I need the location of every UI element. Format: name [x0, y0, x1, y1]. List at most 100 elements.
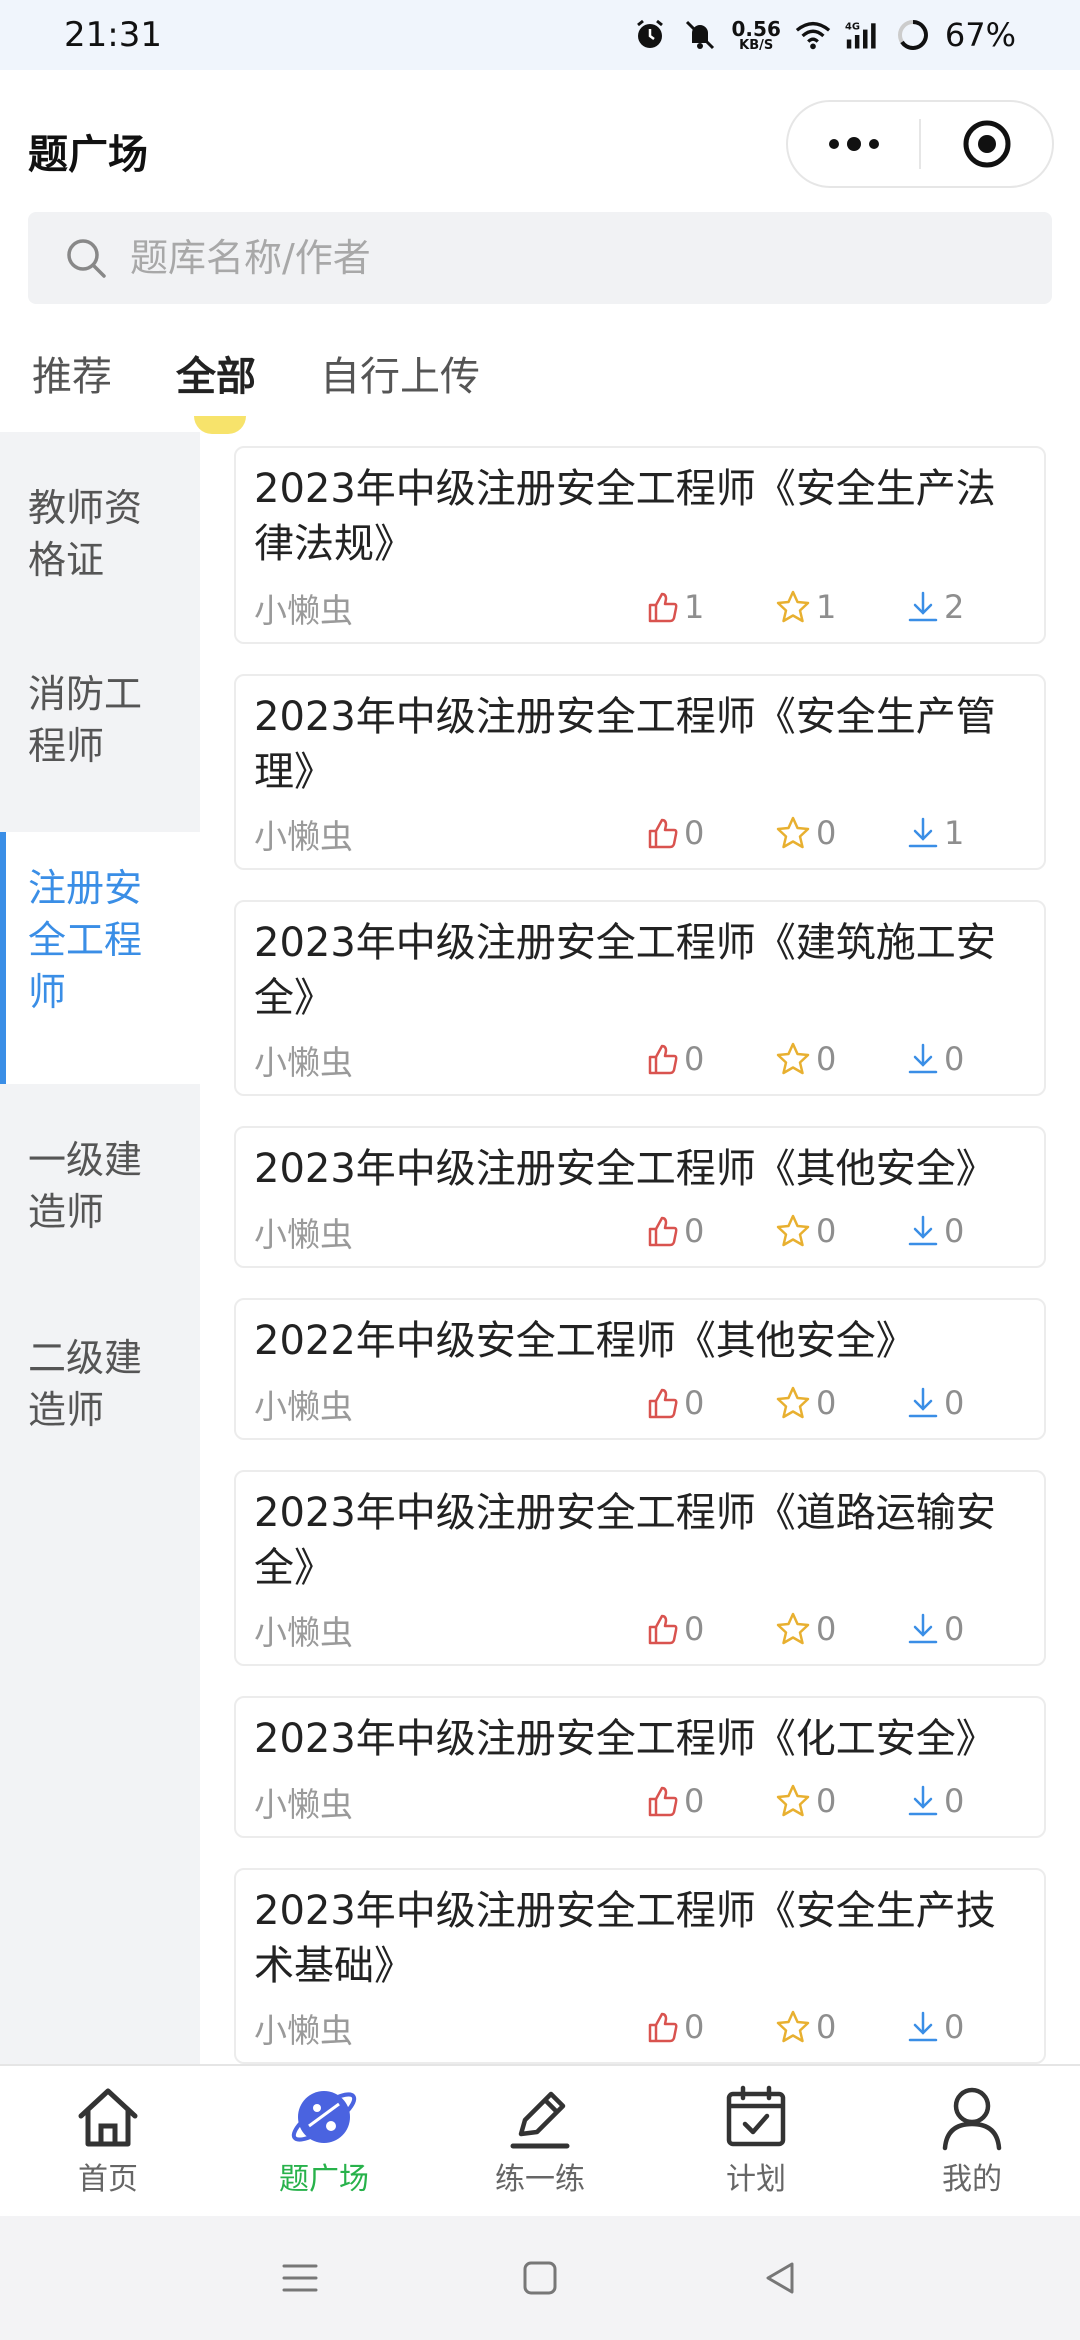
category-tabs: 推荐 全部 自行上传 [0, 330, 1080, 434]
status-time: 21:31 [64, 15, 162, 55]
favorite-stat[interactable]: 0 [774, 1782, 836, 1820]
sidebar-item-first-constructor[interactable]: 一级建造师 [0, 1134, 200, 1238]
signal-4g-icon: 4G [845, 17, 881, 53]
download-icon [908, 591, 938, 622]
thumbs-up-icon [648, 592, 678, 623]
card-author: 小懒虫 [254, 2011, 353, 2050]
question-bank-card[interactable]: 2022年中级安全工程师《其他安全》 小懒虫 0 0 0 [234, 1298, 1046, 1440]
system-nav-bar [0, 2216, 1080, 2340]
sidebar-item-fire-engineer[interactable]: 消防工程师 [0, 668, 200, 772]
nav-plan[interactable]: 计划 [648, 2066, 864, 2216]
like-stat[interactable]: 0 [646, 814, 704, 852]
download-stat[interactable]: 2 [906, 588, 964, 626]
star-icon [776, 1612, 810, 1645]
question-bank-card[interactable]: 2023年中级注册安全工程师《安全生产技术基础》 小懒虫 0 0 0 [234, 1868, 1046, 2064]
like-stat[interactable]: 0 [646, 2008, 704, 2046]
svg-text:4G: 4G [845, 22, 860, 33]
question-bank-card[interactable]: 2023年中级注册安全工程师《道路运输安全》 小懒虫 0 0 0 [234, 1470, 1046, 1666]
card-author: 小懒虫 [254, 1785, 353, 1824]
sidebar: 教师资格证 消防工程师 注册安全工程师 一级建造师 二级建造师 [0, 432, 200, 2064]
card-author: 小懒虫 [254, 1613, 353, 1652]
like-stat[interactable]: 0 [646, 1384, 704, 1422]
download-stat[interactable]: 0 [906, 1040, 964, 1078]
sidebar-item-safety-engineer[interactable]: 注册安全工程师 [0, 832, 200, 1084]
alarm-icon [632, 17, 668, 53]
thumbs-up-icon [648, 2012, 678, 2043]
card-author: 小懒虫 [254, 1043, 353, 1082]
star-icon [776, 1784, 810, 1817]
like-stat[interactable]: 1 [646, 588, 704, 626]
card-title: 2023年中级注册安全工程师《化工安全》 [254, 1716, 996, 1762]
download-icon [908, 2011, 938, 2042]
target-close-icon [963, 120, 1010, 168]
card-author: 小懒虫 [254, 817, 353, 856]
star-icon [776, 2010, 810, 2043]
favorite-stat[interactable]: 0 [774, 1610, 836, 1648]
planet-icon [291, 2091, 357, 2143]
question-bank-card[interactable]: 2023年中级注册安全工程师《化工安全》 小懒虫 0 0 0 [234, 1696, 1046, 1838]
tab-active-indicator [194, 416, 246, 434]
like-stat[interactable]: 0 [646, 1212, 704, 1250]
like-stat[interactable]: 0 [646, 1782, 704, 1820]
page-title: 题广场 [28, 132, 148, 178]
sidebar-item-second-constructor[interactable]: 二级建造师 [0, 1332, 200, 1436]
status-icons: 0.56 KB/S 4G 67% [632, 16, 1016, 54]
menu-icon[interactable] [280, 2258, 320, 2298]
card-title: 2023年中级注册安全工程师《安全生产技术基础》 [254, 1888, 996, 1989]
download-icon [908, 1387, 938, 1418]
like-stat[interactable]: 0 [646, 1610, 704, 1648]
user-icon [942, 2087, 1002, 2151]
download-stat[interactable]: 0 [906, 1212, 964, 1250]
card-title: 2022年中级安全工程师《其他安全》 [254, 1318, 916, 1364]
star-icon [776, 1386, 810, 1419]
bottom-nav: 首页 题广场 练一练 计划 我的 [0, 2064, 1080, 2216]
download-stat[interactable]: 0 [906, 1384, 964, 1422]
tab-recommend[interactable]: 推荐 [32, 330, 112, 402]
star-icon [776, 1214, 810, 1247]
home-icon [78, 2088, 138, 2147]
nav-question-square[interactable]: 题广场 [216, 2066, 432, 2216]
download-stat[interactable]: 0 [906, 1782, 964, 1820]
calendar-icon [726, 2085, 786, 2147]
nav-mine[interactable]: 我的 [864, 2066, 1080, 2216]
search-input[interactable] [130, 236, 1010, 280]
home-square-icon[interactable] [520, 2258, 560, 2298]
star-icon [776, 816, 810, 849]
favorite-stat[interactable]: 1 [774, 588, 836, 626]
question-bank-card[interactable]: 2023年中级注册安全工程师《安全生产法律法规》 小懒虫 1 1 2 [234, 446, 1046, 644]
download-icon [908, 1215, 938, 1246]
thumbs-up-icon [648, 1614, 678, 1645]
nav-practice[interactable]: 练一练 [432, 2066, 648, 2216]
wifi-icon [795, 17, 831, 53]
question-bank-card[interactable]: 2023年中级注册安全工程师《其他安全》 小懒虫 0 0 0 [234, 1126, 1046, 1268]
more-dots-icon [828, 137, 879, 151]
favorite-stat[interactable]: 0 [774, 1384, 836, 1422]
favorite-stat[interactable]: 0 [774, 1212, 836, 1250]
search-bar[interactable] [28, 212, 1052, 304]
nav-home[interactable]: 首页 [0, 2066, 216, 2216]
favorite-stat[interactable]: 0 [774, 2008, 836, 2046]
like-stat[interactable]: 0 [646, 1040, 704, 1078]
download-stat[interactable]: 0 [906, 1610, 964, 1648]
more-button[interactable] [788, 102, 919, 186]
favorite-stat[interactable]: 0 [774, 814, 836, 852]
status-bar: 21:31 0.56 KB/S 4G 67% [0, 0, 1080, 70]
question-bank-card[interactable]: 2023年中级注册安全工程师《安全生产管理》 小懒虫 0 0 1 [234, 674, 1046, 870]
download-stat[interactable]: 0 [906, 2008, 964, 2046]
thumbs-up-icon [648, 1786, 678, 1817]
tab-all[interactable]: 全部 [176, 330, 256, 434]
favorite-stat[interactable]: 0 [774, 1040, 836, 1078]
pencil-icon [510, 2091, 570, 2149]
question-bank-card[interactable]: 2023年中级注册安全工程师《建筑施工安全》 小懒虫 0 0 0 [234, 900, 1046, 1096]
tab-self-upload[interactable]: 自行上传 [320, 330, 480, 402]
close-button[interactable] [921, 102, 1052, 186]
battery-percent: 67% [944, 16, 1016, 54]
download-icon [908, 1785, 938, 1816]
download-stat[interactable]: 1 [906, 814, 964, 852]
back-triangle-icon[interactable] [760, 2258, 800, 2298]
net-speed: 0.56 KB/S [731, 16, 781, 53]
battery-ring-icon [895, 17, 931, 53]
thumbs-up-icon [648, 1044, 678, 1075]
search-icon [67, 239, 106, 278]
sidebar-item-teacher-cert[interactable]: 教师资格证 [0, 482, 200, 586]
